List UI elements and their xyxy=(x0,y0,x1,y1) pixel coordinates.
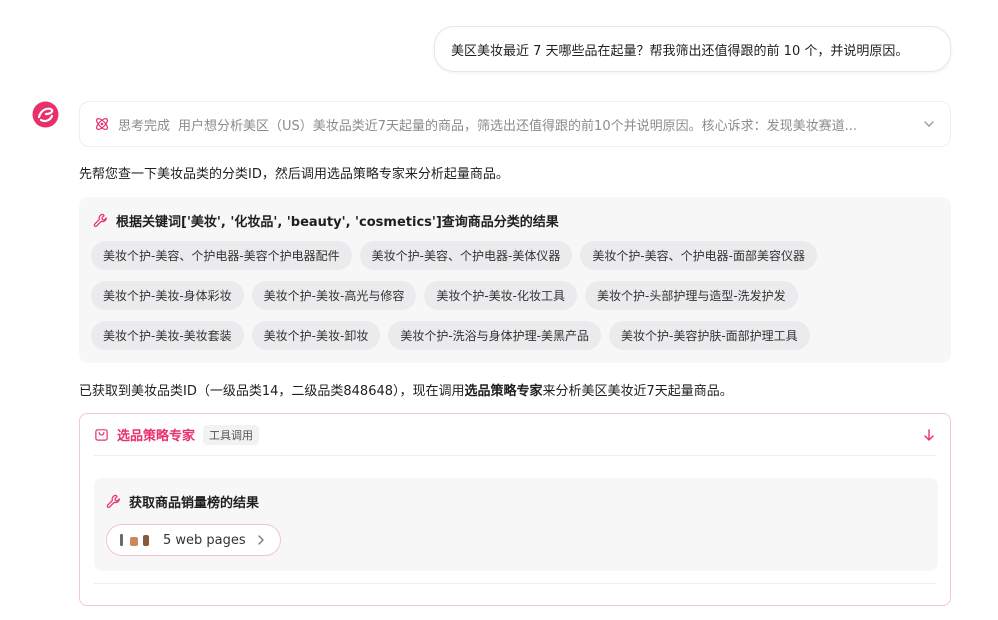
category-tag[interactable]: 美妆个护-美妆-化妆工具 xyxy=(424,281,578,310)
category-tag[interactable]: 美妆个护-美妆-卸妆 xyxy=(251,321,381,350)
status-text: 已获取到美妆品类ID（一级品类14，二级品类848648），现在调用选品策略专家… xyxy=(79,380,733,399)
intro-text: 先帮您查一下美妆品类的分类ID，然后调用选品策略专家来分析起量商品。 xyxy=(79,167,509,182)
sales-ranking-result: 获取商品销量榜的结果 5 web pages xyxy=(94,478,938,571)
sales-ranking-title-text: 获取商品销量榜的结果 xyxy=(129,496,260,511)
section-divider xyxy=(94,583,936,584)
thinking-panel[interactable]: 思考完成 用户想分析美区（US）美妆品类近7天起量的商品，筛选出还值得跟的前10… xyxy=(79,101,951,147)
expert-name: 选品策略专家 xyxy=(117,429,196,444)
category-tag[interactable]: 美妆个护-美容、个护电器-面部美容仪器 xyxy=(580,241,818,270)
wrench-icon xyxy=(93,213,107,227)
web-pages-chip[interactable]: 5 web pages xyxy=(106,524,281,556)
user-message-text: 美区美妆最近 7 天哪些品在起量？帮我筛出还值得跟的前 10 个，并说明原因。 xyxy=(451,43,909,59)
chat-page: 美区美妆最近 7 天哪些品在起量？帮我筛出还值得跟的前 10 个，并说明原因。 … xyxy=(0,0,998,620)
wrench-icon xyxy=(106,494,120,509)
product-thumbnail-icon xyxy=(120,534,123,546)
category-tag[interactable]: 美妆个护-美妆-身体彩妆 xyxy=(91,281,244,310)
thinking-status: 思考完成 xyxy=(118,118,171,134)
assistant-avatar-icon xyxy=(32,101,59,128)
user-message-bubble: 美区美妆最近 7 天哪些品在起量？帮我筛出还值得跟的前 10 个，并说明原因。 xyxy=(434,26,951,72)
source-thumbnails xyxy=(117,533,153,547)
web-pages-count: 5 web pages xyxy=(163,532,246,548)
expert-call-header[interactable]: 选品策略专家 工具调用 xyxy=(94,414,936,456)
chevron-down-icon[interactable] xyxy=(922,117,936,131)
thinking-summary: 用户想分析美区（US）美妆品类近7天起量的商品，筛选出还值得跟的前10个并说明原… xyxy=(178,118,857,134)
category-tool-title: 根据关键词['美妆', '化妆品', 'beauty', 'cosmetics'… xyxy=(93,209,939,231)
expert-call-card: 选品策略专家 工具调用 获取商品销量榜的结果 5 web pages xyxy=(79,413,951,606)
category-tag[interactable]: 美妆个护-头部护理与造型-洗发护发 xyxy=(585,281,798,310)
shopping-bag-icon xyxy=(95,429,108,441)
arrow-down-icon[interactable] xyxy=(922,428,936,442)
atom-icon xyxy=(96,118,108,130)
chevron-right-icon xyxy=(258,535,264,545)
category-tool-result: 根据关键词['美妆', '化妆品', 'beauty', 'cosmetics'… xyxy=(79,197,951,363)
status-text-after: 来分析美区美妆近7天起量商品。 xyxy=(542,384,733,399)
product-thumbnail-icon xyxy=(130,537,138,546)
category-tag[interactable]: 美妆个护-美妆-美妆套装 xyxy=(91,321,244,350)
category-tag-list: 美妆个护-美容、个护电器-美容个护电器配件 美妆个护-美容、个护电器-美体仪器 … xyxy=(91,241,911,350)
status-text-bold: 选品策略专家 xyxy=(464,384,543,399)
category-tag[interactable]: 美妆个护-洗浴与身体护理-美黑产品 xyxy=(388,321,602,350)
category-tag[interactable]: 美妆个护-美容护肤-面部护理工具 xyxy=(609,321,810,350)
tool-call-badge: 工具调用 xyxy=(203,424,260,445)
category-tag[interactable]: 美妆个护-美容、个护电器-美容个护电器配件 xyxy=(91,241,352,270)
sales-ranking-title: 获取商品销量榜的结果 xyxy=(106,492,926,511)
product-thumbnail-icon xyxy=(143,535,149,546)
status-text-before: 已获取到美妆品类ID（一级品类14，二级品类848648），现在调用 xyxy=(79,384,465,399)
category-tool-title-text: 根据关键词['美妆', '化妆品', 'beauty', 'cosmetics'… xyxy=(116,214,559,230)
category-tag[interactable]: 美妆个护-美容、个护电器-美体仪器 xyxy=(359,241,573,270)
category-tag[interactable]: 美妆个护-美妆-高光与修容 xyxy=(251,281,417,310)
